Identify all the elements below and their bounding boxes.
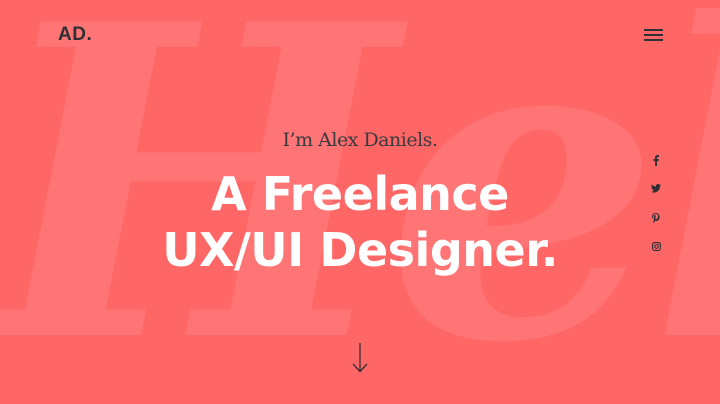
pinterest-link[interactable] [648, 213, 664, 229]
hamburger-menu-button[interactable] [644, 26, 664, 42]
hero-headline: A Freelance UX/UI Designer. [0, 166, 720, 278]
arrow-down-icon [352, 343, 368, 373]
hero-intro: I’m Alex Daniels. [282, 129, 438, 151]
social-links [648, 155, 664, 271]
twitter-icon [651, 184, 661, 193]
headline-line-1: A Freelance [211, 167, 509, 221]
headline-line-2: UX/UI Designer. [162, 223, 558, 277]
facebook-link[interactable] [648, 155, 664, 171]
instagram-icon [651, 242, 661, 251]
facebook-icon [653, 155, 659, 166]
site-logo[interactable]: AD. [58, 24, 92, 46]
menu-bar [644, 39, 663, 41]
menu-bar [644, 34, 663, 36]
hero-section: I’m Alex Daniels. A Freelance UX/UI Desi… [0, 124, 720, 278]
pinterest-icon [652, 213, 660, 223]
scroll-down-button[interactable] [351, 342, 369, 374]
menu-bar [644, 29, 663, 31]
instagram-link[interactable] [648, 242, 664, 258]
twitter-link[interactable] [648, 184, 664, 200]
